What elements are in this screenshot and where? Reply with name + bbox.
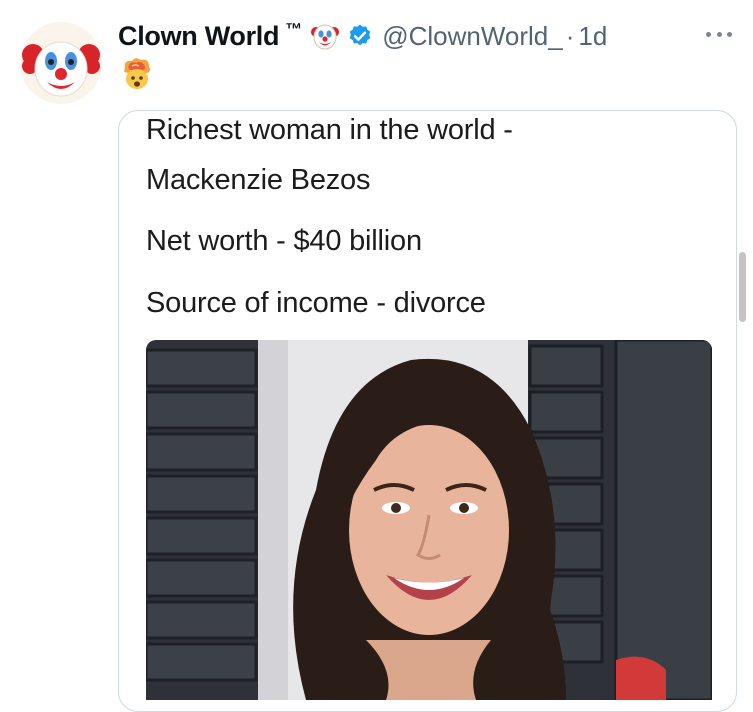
separator-dot: · — [565, 20, 575, 51]
profile-avatar[interactable] — [20, 22, 102, 104]
meme-text-line: Source of income - divorce — [146, 287, 486, 319]
clown-face-icon — [311, 24, 340, 50]
exploding-head-icon — [124, 58, 151, 89]
more-dot-icon — [727, 31, 732, 37]
more-dot-icon — [706, 31, 711, 37]
user-handle[interactable]: @ClownWorld_ — [382, 21, 563, 52]
display-name[interactable]: Clown World — [118, 21, 279, 52]
post-timestamp[interactable]: 1d — [578, 21, 607, 52]
meme-text-line: Net worth - $40 billion — [146, 225, 422, 257]
scrollbar-thumb[interactable] — [739, 252, 746, 322]
tweet-header: Clown World ™ @ClownWorld_ · 1d — [118, 16, 607, 56]
trademark-symbol: ™ — [285, 20, 303, 39]
verified-badge-icon[interactable] — [347, 23, 373, 49]
more-dot-icon — [716, 31, 722, 37]
meme-photo[interactable] — [146, 340, 712, 700]
portrait-photo-image — [146, 340, 712, 700]
meme-text-line: Mackenzie Bezos — [146, 164, 371, 196]
clown-avatar-icon — [20, 22, 102, 104]
meme-text-line: Richest woman in the world - — [146, 114, 513, 146]
more-options-button[interactable] — [702, 22, 736, 46]
